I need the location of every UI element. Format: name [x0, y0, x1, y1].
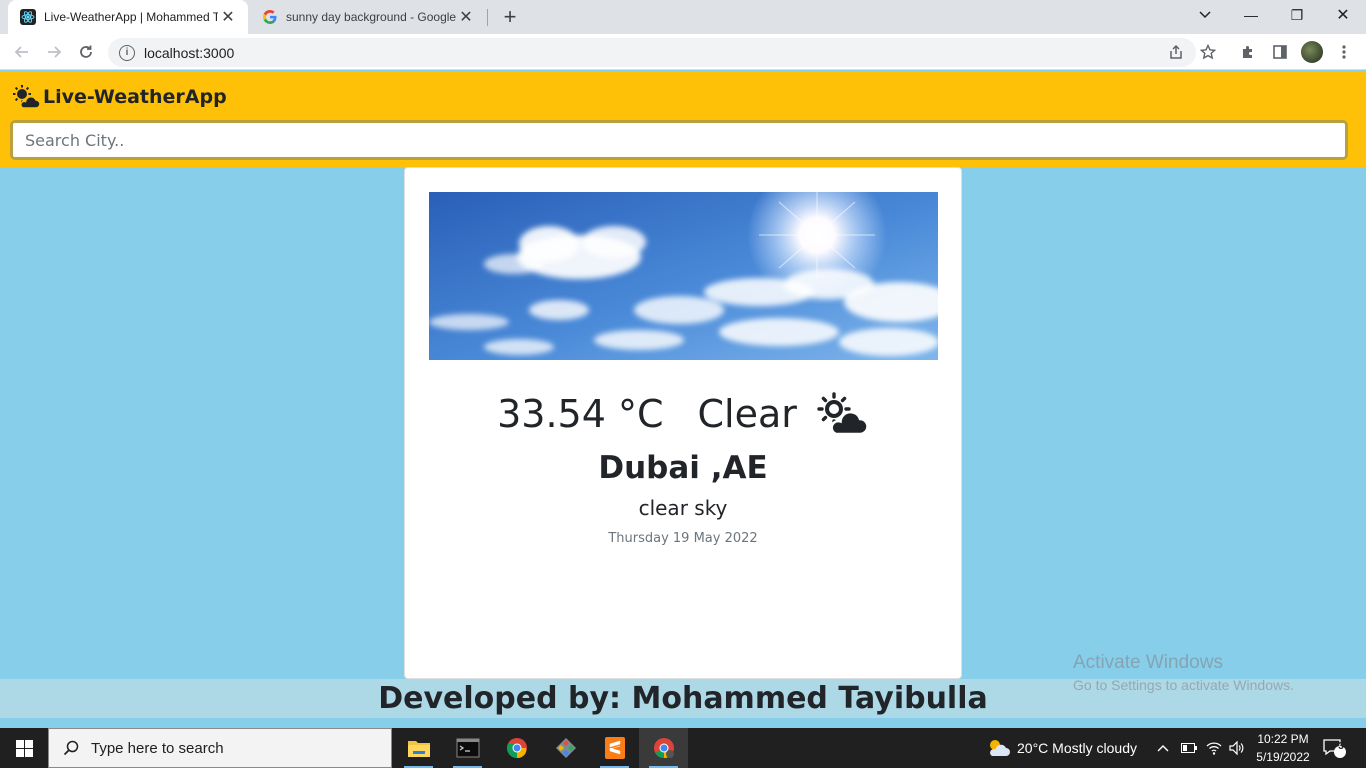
terminal-icon[interactable] — [443, 728, 492, 768]
side-panel-icon[interactable] — [1271, 43, 1289, 61]
clock-date: 5/19/2022 — [1256, 750, 1310, 764]
notification-count: 3 — [1338, 741, 1344, 752]
taskbar-weather-text: 20°C Mostly cloudy — [1017, 740, 1137, 756]
google-favicon-icon — [262, 9, 278, 25]
search-icon — [63, 740, 79, 756]
chrome-icon[interactable] — [492, 728, 541, 768]
close-window-button[interactable]: ✕ — [1320, 0, 1366, 30]
address-bar[interactable]: i localhost:3000 — [108, 38, 1196, 67]
windows-taskbar: Type here to search 20°C Mostly cloudy 1… — [0, 728, 1366, 768]
volume-icon[interactable] — [1229, 728, 1245, 768]
app-header: Live-WeatherApp — [0, 71, 1366, 168]
file-explorer-icon[interactable] — [394, 728, 443, 768]
reload-icon[interactable] — [74, 40, 98, 64]
search-city-input[interactable] — [10, 120, 1348, 160]
city-name: Dubai ,AE — [598, 450, 768, 486]
notification-center-icon[interactable]: 3 — [1322, 728, 1346, 768]
temperature-line: 33.54 °C Clear — [405, 392, 961, 436]
sun-cloud-logo-icon — [12, 84, 41, 110]
tab-title: sunny day background - Google — [286, 10, 456, 24]
taskbar-clock[interactable]: 10:22 PM 5/19/2022 — [1254, 730, 1312, 766]
taskbar-search-placeholder: Type here to search — [91, 739, 224, 757]
show-hidden-icons-chevron-icon[interactable] — [1157, 728, 1169, 768]
url-text: localhost:3000 — [144, 44, 235, 61]
browser-menu-icon[interactable] — [1335, 43, 1353, 61]
profile-avatar[interactable] — [1301, 41, 1323, 63]
taskbar-search-box[interactable]: Type here to search — [48, 728, 392, 768]
sublime-text-icon[interactable] — [590, 728, 639, 768]
chrome-active-icon[interactable] — [639, 728, 688, 768]
new-tab-button[interactable]: + — [498, 4, 522, 29]
tab-title: Live-WeatherApp | Mohammed T — [44, 10, 218, 24]
tab-search-chevron-icon[interactable] — [1182, 0, 1228, 30]
wifi-icon[interactable] — [1206, 728, 1222, 768]
git-gui-icon[interactable] — [541, 728, 590, 768]
condition-label: Clear — [697, 392, 797, 436]
restore-button[interactable]: ❐ — [1274, 0, 1320, 30]
clock-time: 10:22 PM — [1257, 732, 1309, 746]
activate-windows-subtitle: Go to Settings to activate Windows. — [1073, 677, 1294, 693]
site-info-icon[interactable]: i — [119, 44, 135, 61]
activate-windows-title: Activate Windows — [1073, 652, 1223, 673]
cloudy-weather-icon — [986, 738, 1010, 758]
react-favicon-icon — [20, 9, 36, 25]
forward-arrow-icon[interactable] — [42, 40, 66, 64]
bookmark-star-icon[interactable] — [1199, 43, 1217, 61]
browser-tab-strip: Live-WeatherApp | Mohammed T ✕ sunny day… — [0, 0, 1366, 34]
sun-cloud-icon — [817, 392, 869, 436]
weather-card: 33.54 °C Clear Dubai ,AE clear sky Thurs… — [404, 167, 962, 679]
battery-icon[interactable] — [1181, 728, 1197, 768]
weather-description: clear sky — [638, 496, 728, 520]
tab-close-icon[interactable]: ✕ — [218, 7, 238, 27]
minimize-button[interactable]: — — [1228, 0, 1274, 30]
current-date: Thursday 19 May 2022 — [608, 531, 758, 546]
extensions-puzzle-icon[interactable] — [1239, 43, 1257, 61]
tab-google-search[interactable]: sunny day background - Google ✕ — [250, 0, 486, 34]
back-arrow-icon[interactable] — [10, 40, 34, 64]
tab-close-icon[interactable]: ✕ — [456, 7, 476, 27]
brand[interactable]: Live-WeatherApp — [12, 84, 227, 110]
windows-start-icon[interactable] — [0, 728, 48, 768]
taskbar-weather[interactable]: 20°C Mostly cloudy — [986, 728, 1137, 768]
browser-toolbar: i localhost:3000 — [0, 34, 1366, 70]
sky-banner-image — [429, 192, 938, 360]
tab-separator — [487, 9, 488, 26]
temperature-value: 33.54 °C — [497, 392, 664, 436]
brand-name: Live-WeatherApp — [43, 86, 227, 108]
tab-live-weatherapp[interactable]: Live-WeatherApp | Mohammed T ✕ — [8, 0, 248, 34]
share-icon[interactable] — [1167, 43, 1185, 61]
